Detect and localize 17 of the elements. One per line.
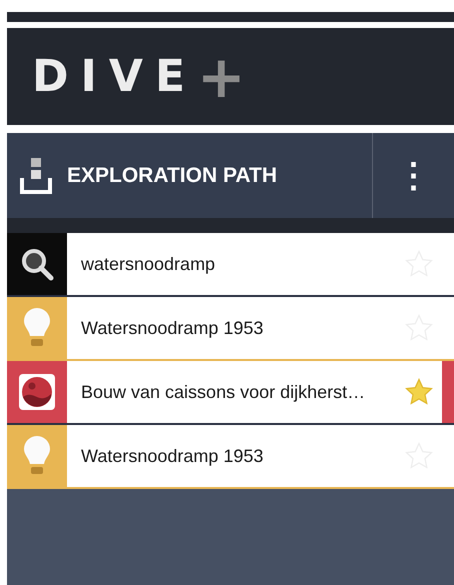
- path-item[interactable]: Watersnoodramp 1953: [7, 297, 454, 361]
- logo-text: DIVE: [32, 51, 198, 102]
- header-title: EXPLORATION PATH: [67, 164, 278, 188]
- item-label: Watersnoodramp 1953: [80, 446, 264, 466]
- path-item[interactable]: Bouw van caissons voor dijkherst…: [7, 361, 454, 425]
- item-label: Watersnoodramp 1953: [80, 318, 264, 338]
- item-label: Bouw van caissons voor dijkherst…: [80, 382, 366, 402]
- path-icon: [19, 156, 53, 196]
- lightbulb-icon: [23, 307, 51, 349]
- path-item[interactable]: watersnoodramp: [7, 233, 454, 297]
- star-icon[interactable]: [404, 377, 434, 407]
- lightbulb-icon: [23, 435, 51, 477]
- path-item[interactable]: Watersnoodramp 1953: [7, 425, 454, 489]
- image-icon: [18, 373, 56, 411]
- logo-plus: +: [197, 48, 246, 106]
- item-label: watersnoodramp: [80, 254, 216, 274]
- search-icon: [20, 247, 54, 281]
